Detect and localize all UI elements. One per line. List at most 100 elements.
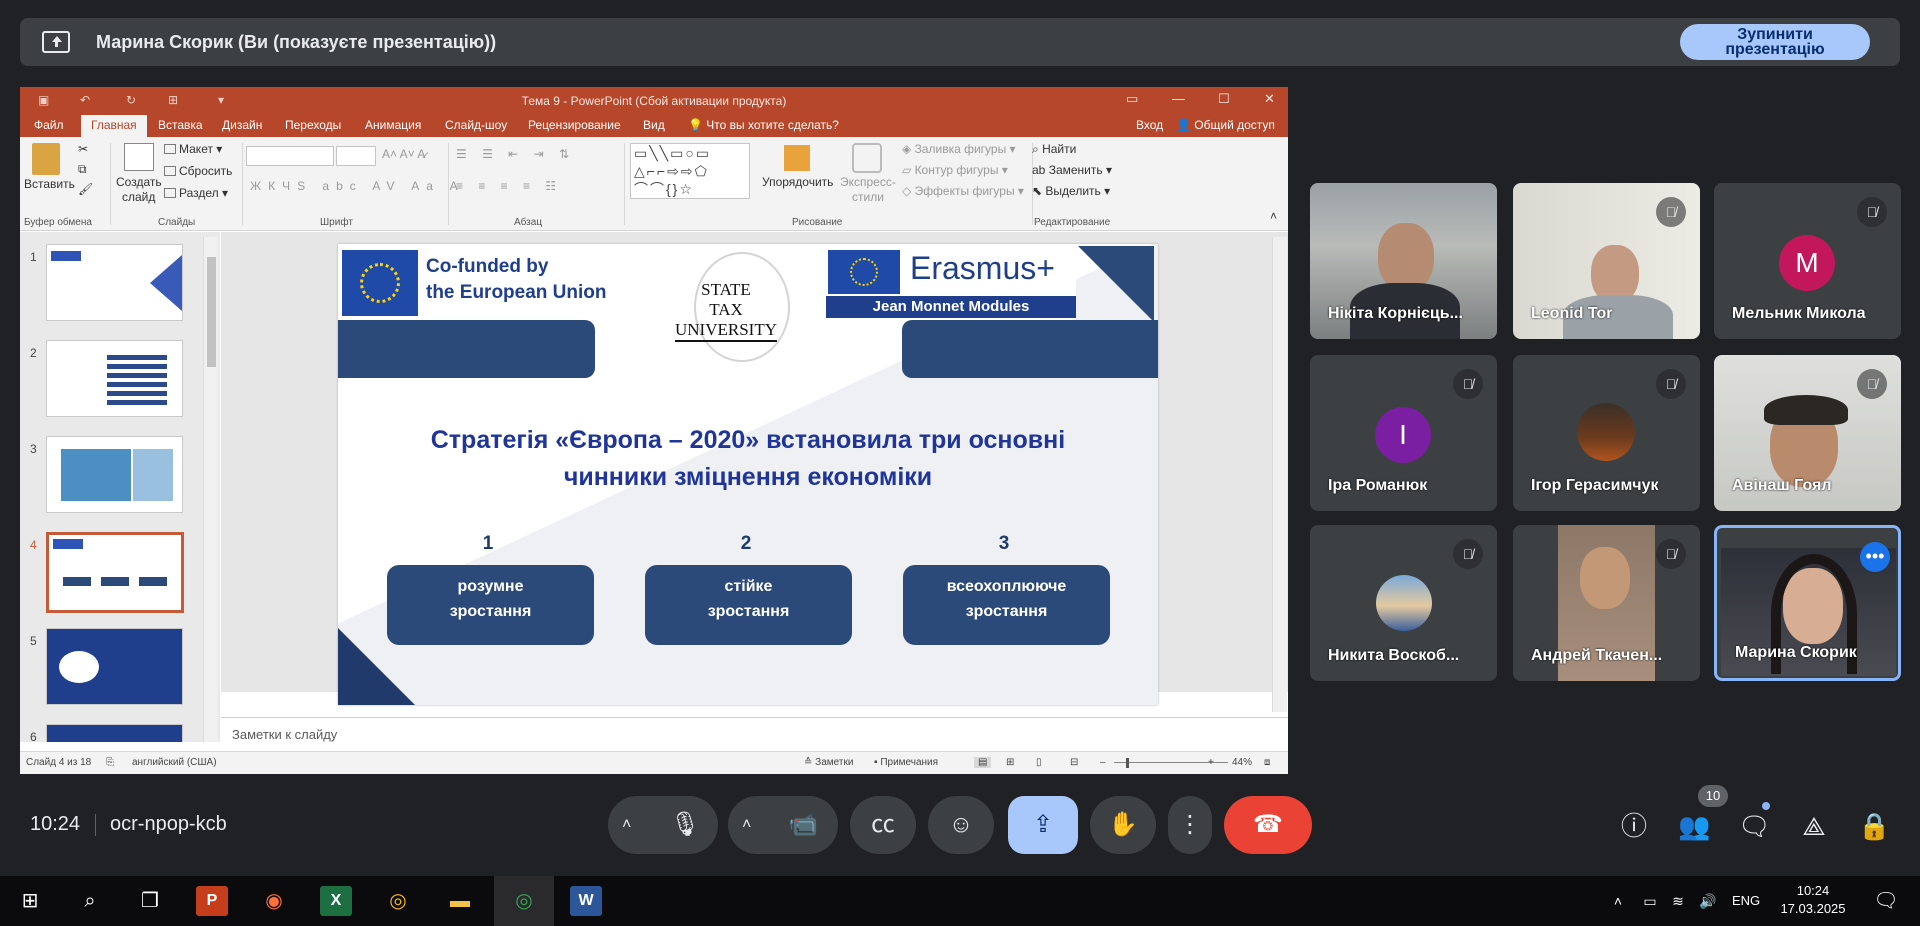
slide-canvas[interactable]: Co-funded by the European Union STATE TA… xyxy=(338,244,1158,705)
ribbon-display-icon[interactable]: ▭ xyxy=(1126,91,1138,107)
slide-thumb-1[interactable] xyxy=(46,244,183,321)
slide-thumb-3[interactable] xyxy=(46,436,183,513)
align-icons[interactable]: ≡ ≡ ≡ ≡ ☷ xyxy=(456,179,562,193)
chat-icon[interactable]: 🗨 xyxy=(1738,810,1771,842)
arrange-icon[interactable] xyxy=(784,145,810,171)
scroll-thumb[interactable] xyxy=(207,257,216,367)
zoom-in-icon[interactable]: + xyxy=(1208,757,1214,768)
tab-animation[interactable]: Анимация xyxy=(365,118,421,132)
slide-thumb-5[interactable] xyxy=(46,628,183,705)
chevron-up-icon[interactable]: ˄ xyxy=(742,796,751,854)
participant-tile[interactable]: 🎙̸ Leonid Tor xyxy=(1513,183,1700,339)
font-size-box[interactable] xyxy=(336,146,376,166)
search-icon[interactable]: ⌕ xyxy=(74,886,106,916)
paste-button[interactable]: Вставить xyxy=(24,177,75,191)
fit-slide-icon[interactable]: ⧈ xyxy=(1264,757,1270,768)
format-painter-icon[interactable]: 🖌 xyxy=(78,182,93,196)
find-button[interactable]: ⌕ Найти xyxy=(1032,142,1076,157)
leave-call-button[interactable]: ☎ xyxy=(1224,796,1312,854)
people-icon[interactable]: 👥 xyxy=(1678,810,1710,842)
tab-home[interactable]: Главная xyxy=(81,115,147,137)
powerpoint-app-icon[interactable]: P xyxy=(196,886,228,916)
tab-review[interactable]: Рецензирование xyxy=(528,118,621,132)
normal-view-icon[interactable]: ▤ xyxy=(974,757,992,768)
slide-thumb-2[interactable] xyxy=(46,340,183,417)
collapse-ribbon-icon[interactable]: ˄ xyxy=(1270,209,1277,223)
zoom-level[interactable]: 44% xyxy=(1232,757,1252,768)
notes-toggle[interactable]: ≙ Заметки xyxy=(804,757,853,768)
captions-button[interactable]: ㏄ xyxy=(850,796,916,854)
volume-icon[interactable]: 🔊 xyxy=(1692,886,1724,916)
layout-button[interactable]: Макет ▾ xyxy=(164,142,222,156)
participant-tile[interactable]: M 🎙̸ Мельник Микола xyxy=(1714,183,1901,339)
chrome-app-icon[interactable]: ◎ xyxy=(382,886,414,916)
activities-icon[interactable]: ⟁ xyxy=(1798,810,1830,842)
new-slide-line2[interactable]: слайд xyxy=(122,190,155,204)
language-status[interactable]: английский (США) xyxy=(132,757,217,768)
notifications-icon[interactable]: 🗨 xyxy=(1870,886,1902,916)
present-button[interactable]: ⇪ xyxy=(1008,796,1078,854)
excel-app-icon[interactable]: X xyxy=(320,886,352,916)
new-slide-line1[interactable]: Создать xyxy=(116,175,162,189)
slideshow-view-icon[interactable]: ⊟ xyxy=(1070,757,1078,768)
slide-thumb-4-selected[interactable] xyxy=(46,532,184,613)
reset-button[interactable]: Сбросить xyxy=(164,164,232,178)
participant-tile[interactable]: 🎙̸ Никита Воскоб... xyxy=(1310,525,1497,681)
font-format-icons[interactable]: ЖКЧS abc AV Aa A xyxy=(250,179,465,193)
maximize-icon[interactable]: ☐ xyxy=(1218,91,1230,107)
zoom-out-icon[interactable]: – xyxy=(1100,757,1106,768)
spellcheck-icon[interactable]: ⎘ xyxy=(106,757,114,768)
microphone-icon[interactable]: 🎙 xyxy=(670,796,700,854)
stop-presenting-button[interactable]: Зупинити презентацію xyxy=(1680,24,1870,60)
reactions-button[interactable]: ☺ xyxy=(928,796,994,854)
quick-styles-line2[interactable]: стили xyxy=(852,190,884,204)
shapes-gallery[interactable]: ▭╲╲▭○▭ △⌐⌐⇨⇨⬠ ⌒⌒{}☆ xyxy=(630,143,750,199)
notes-pane[interactable]: Заметки к слайду xyxy=(221,717,1288,747)
tab-view[interactable]: Вид xyxy=(643,118,665,132)
more-options-icon[interactable]: ••• xyxy=(1860,542,1890,572)
new-slide-icon[interactable] xyxy=(124,143,154,171)
file-explorer-icon[interactable]: ▬ xyxy=(444,886,476,916)
shape-effects-button[interactable]: ◇ Эффекты фигуры ▾ xyxy=(902,184,1024,198)
participant-tile[interactable]: 🎙̸ Ігор Герасимчук xyxy=(1513,355,1700,511)
replace-button[interactable]: ab Заменить ▾ xyxy=(1032,163,1112,177)
arrange-button[interactable]: Упорядочить xyxy=(762,175,833,189)
participant-tile[interactable]: 🎙̸ Авінаш Гоял xyxy=(1714,355,1901,511)
thumbnail-scrollbar[interactable] xyxy=(203,237,218,742)
slide-thumb-6[interactable] xyxy=(46,724,183,742)
shape-outline-button[interactable]: ▱ Контур фигуры ▾ xyxy=(902,163,1008,177)
shape-fill-button[interactable]: ◈ Заливка фигуры ▾ xyxy=(902,142,1016,156)
font-name-box[interactable] xyxy=(246,146,334,166)
host-controls-icon[interactable]: 🔒 xyxy=(1858,810,1890,842)
tab-insert[interactable]: Вставка xyxy=(158,118,203,132)
info-icon[interactable]: ⓘ xyxy=(1618,810,1650,842)
cut-icon[interactable]: ✂ xyxy=(78,142,88,156)
quick-styles-icon[interactable] xyxy=(852,143,882,173)
chrome-meet-app-icon[interactable]: ◎ xyxy=(508,886,540,916)
slide-scrollbar[interactable] xyxy=(1272,237,1287,712)
camera-icon[interactable]: 📹 xyxy=(788,796,818,854)
tell-me-box[interactable]: 💡 Что вы хотите сделать? xyxy=(688,118,839,132)
word-app-icon[interactable]: W xyxy=(570,886,602,916)
select-button[interactable]: ⬉ Выделить ▾ xyxy=(1032,184,1110,198)
sorter-view-icon[interactable]: ⊞ xyxy=(1006,757,1014,768)
chevron-up-icon[interactable]: ˄ xyxy=(622,796,631,854)
windows-start-icon[interactable]: ⊞ xyxy=(14,886,46,916)
section-button[interactable]: Раздел ▾ xyxy=(164,186,228,200)
participant-tile[interactable]: Нікіта Корнієць... xyxy=(1310,183,1497,339)
share-button[interactable]: 👤 Общий доступ xyxy=(1176,118,1275,132)
copy-icon[interactable]: ⧉ xyxy=(78,162,87,177)
tab-transitions[interactable]: Переходы xyxy=(285,118,341,132)
wifi-icon[interactable]: ≋ xyxy=(1662,886,1694,916)
paste-icon[interactable] xyxy=(32,143,60,175)
reading-view-icon[interactable]: ▯ xyxy=(1036,757,1042,768)
participant-tile[interactable]: 🎙̸ Андрей Ткачен... xyxy=(1513,525,1700,681)
tab-design[interactable]: Дизайн xyxy=(222,118,262,132)
close-icon[interactable]: ✕ xyxy=(1264,91,1275,107)
grow-font-icon[interactable]: A˄ A˅ A̷ xyxy=(382,147,425,161)
list-icons[interactable]: ☰ ☰ ⇤ ⇥ ⇅ xyxy=(456,147,575,161)
signin-link[interactable]: Вход xyxy=(1136,118,1163,132)
zoom-slider-knob[interactable] xyxy=(1126,758,1129,768)
more-options-button[interactable]: ⋮ xyxy=(1168,796,1212,854)
participant-tile[interactable]: I 🎙̸ Іра Романюк xyxy=(1310,355,1497,511)
